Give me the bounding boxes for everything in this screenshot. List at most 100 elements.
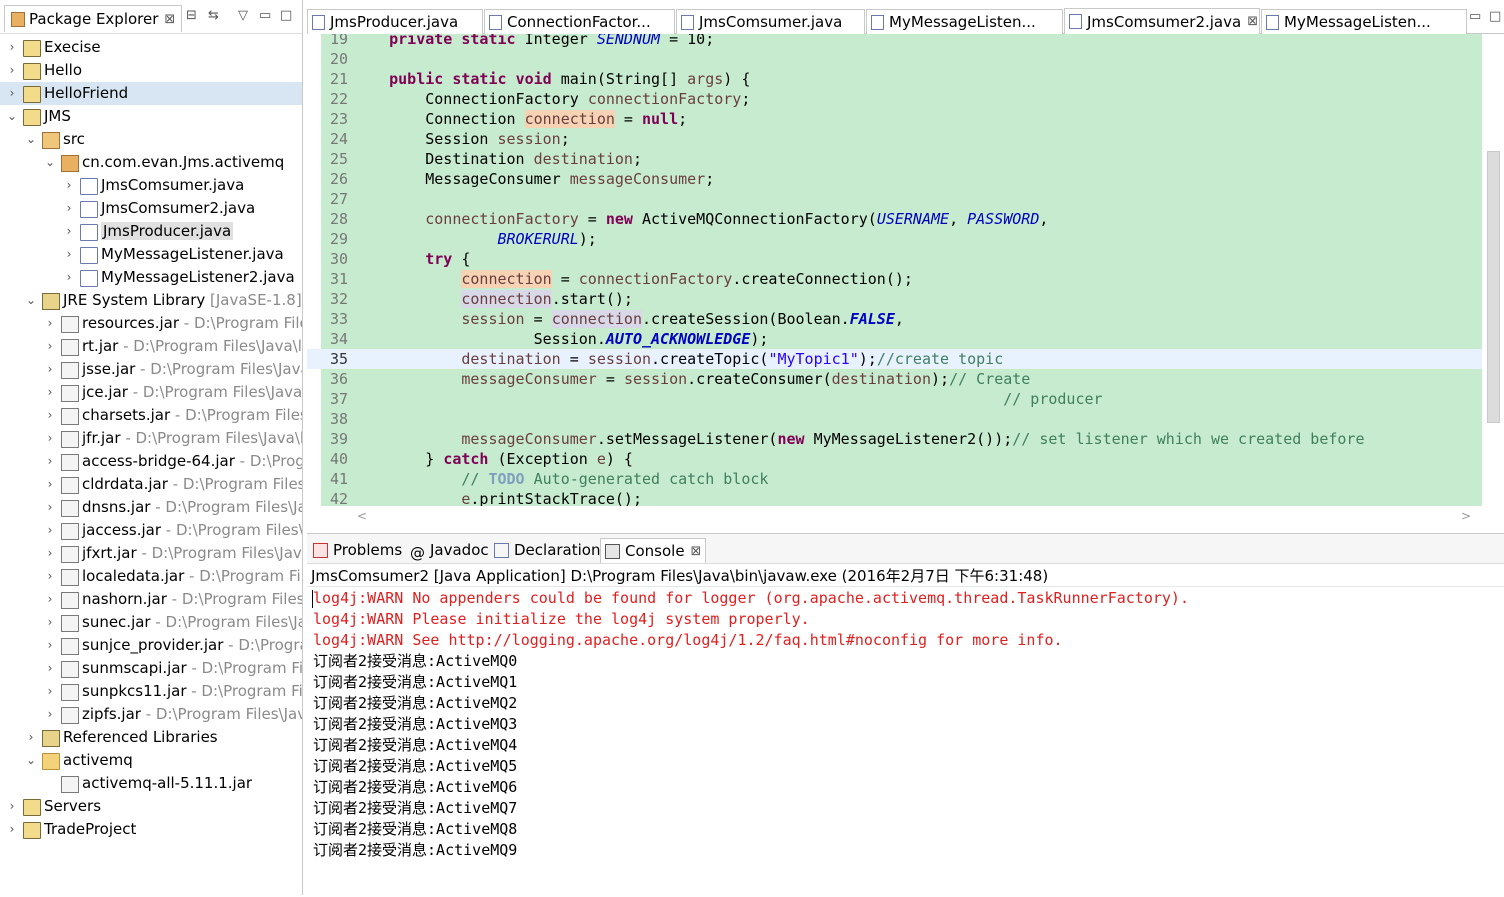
tab-problems[interactable]: Problems (309, 538, 406, 562)
scrollbar-thumb[interactable] (1487, 151, 1500, 423)
console-output[interactable]: log4j:WARN No appenders could be found f… (307, 586, 1504, 897)
tree-item[interactable]: ⌄ activemq (0, 749, 302, 772)
collapsed-arrow-icon[interactable]: › (63, 197, 75, 220)
tab-mymessagelistener[interactable]: MyMessageListen... (866, 9, 1063, 34)
tree-item[interactable]: › charsets.jar - D:\Program Files\ (0, 404, 302, 427)
tab-console[interactable]: Console ⊠ (600, 538, 707, 563)
tree-item[interactable]: › cldrdata.jar - D:\Program Files\ (0, 473, 302, 496)
scroll-left-icon[interactable]: < (357, 509, 367, 523)
collapsed-arrow-icon[interactable]: › (44, 565, 56, 588)
tree-item[interactable]: ⌄ JMS (0, 105, 302, 128)
collapsed-arrow-icon[interactable]: › (25, 726, 37, 749)
maximize-icon[interactable]: □ (280, 8, 292, 23)
collapsed-arrow-icon[interactable]: › (44, 358, 56, 381)
expanded-arrow-icon[interactable]: ⌄ (25, 749, 37, 772)
tree-item[interactable]: ⌄ cn.com.evan.Jms.activemq (0, 151, 302, 174)
tree-item[interactable]: › access-bridge-64.jar - D:\Prog (0, 450, 302, 473)
tree-item[interactable]: › JmsComsumer.java (0, 174, 302, 197)
tab-jmscomsumer2[interactable]: JmsComsumer2.java ⊠ (1064, 8, 1260, 35)
tree-item[interactable]: › sunmscapi.jar - D:\Program Fil (0, 657, 302, 680)
tree-item[interactable]: activemq-all-5.11.1.jar (0, 772, 302, 795)
package-explorer-tab[interactable]: Package Explorer ⊠ (4, 5, 183, 32)
collapsed-arrow-icon[interactable]: › (44, 496, 56, 519)
tree-item[interactable]: › Execise (0, 36, 302, 59)
collapsed-arrow-icon[interactable]: › (44, 588, 56, 611)
tree-item[interactable]: › MyMessageListener2.java (0, 266, 302, 289)
close-icon[interactable]: ⊠ (1247, 14, 1258, 29)
scroll-right-icon[interactable]: > (1461, 509, 1471, 523)
tab-declaration[interactable]: Declaration (490, 538, 604, 562)
collapsed-arrow-icon[interactable]: › (63, 266, 75, 289)
minimize-icon[interactable]: ▭ (1469, 9, 1481, 24)
collapsed-arrow-icon[interactable]: › (44, 703, 56, 726)
tree-item[interactable]: › jaccess.jar - D:\Program Files\Ja (0, 519, 302, 542)
tree-item[interactable]: › Referenced Libraries (0, 726, 302, 749)
tree-item[interactable]: ⌄ JRE System Library [JavaSE-1.8] (0, 289, 302, 312)
collapsed-arrow-icon[interactable]: › (44, 427, 56, 450)
close-icon[interactable]: ⊠ (691, 544, 702, 559)
tab-connectionfactory[interactable]: ConnectionFactor... (484, 9, 675, 34)
close-icon[interactable]: ⊠ (164, 12, 175, 27)
expanded-arrow-icon[interactable]: ⌄ (6, 105, 18, 128)
collapsed-arrow-icon[interactable]: › (6, 36, 18, 59)
tree-item-label: sunmscapi.jar - D:\Program Fil (82, 657, 302, 680)
tree-item-label: cldrdata.jar - D:\Program Files\ (82, 473, 302, 496)
minimize-icon[interactable]: ▭ (259, 8, 271, 23)
tab-javadoc[interactable]: @ Javadoc (406, 538, 493, 562)
tree-item[interactable]: ⌄ src (0, 128, 302, 151)
view-menu-icon[interactable]: ▽ (238, 8, 248, 23)
tree-item[interactable]: › JmsProducer.java (0, 220, 302, 243)
expanded-arrow-icon[interactable]: ⌄ (44, 151, 56, 174)
collapsed-arrow-icon[interactable]: › (44, 611, 56, 634)
tab-jmsproducer[interactable]: JmsProducer.java (307, 9, 483, 34)
collapsed-arrow-icon[interactable]: › (44, 473, 56, 496)
tree-item[interactable]: › dnsns.jar - D:\Program Files\Ja (0, 496, 302, 519)
tab-mymessagelistener2[interactable]: MyMessageListen... (1261, 9, 1467, 34)
tree-item[interactable]: › sunpkcs11.jar - D:\Program Fil (0, 680, 302, 703)
collapsed-arrow-icon[interactable]: › (6, 795, 18, 818)
collapsed-arrow-icon[interactable]: › (44, 657, 56, 680)
tree-item[interactable]: › JmsComsumer2.java (0, 197, 302, 220)
collapsed-arrow-icon[interactable]: › (44, 634, 56, 657)
collapsed-arrow-icon[interactable]: › (63, 243, 75, 266)
tree-item[interactable]: › MyMessageListener.java (0, 243, 302, 266)
collapsed-arrow-icon[interactable]: › (44, 450, 56, 473)
collapsed-arrow-icon[interactable]: › (6, 82, 18, 105)
collapsed-arrow-icon[interactable]: › (63, 220, 75, 243)
collapsed-arrow-icon[interactable]: › (44, 542, 56, 565)
collapsed-arrow-icon[interactable]: › (44, 404, 56, 427)
tree-item[interactable]: › HelloFriend (0, 82, 302, 105)
collapsed-arrow-icon[interactable]: › (44, 519, 56, 542)
collapsed-arrow-icon[interactable]: › (44, 680, 56, 703)
tree-item[interactable]: › jce.jar - D:\Program Files\Java\ (0, 381, 302, 404)
editor-vertical-scrollbar[interactable] (1482, 34, 1504, 506)
tree-item[interactable]: › nashorn.jar - D:\Program Files\ (0, 588, 302, 611)
expanded-arrow-icon[interactable]: ⌄ (25, 289, 37, 312)
tree-item[interactable]: › Servers (0, 795, 302, 818)
tree-item[interactable]: › jsse.jar - D:\Program Files\Java (0, 358, 302, 381)
maximize-icon[interactable]: □ (1489, 9, 1501, 24)
tree-item[interactable]: › localedata.jar - D:\Program Fil (0, 565, 302, 588)
link-with-editor-icon[interactable]: ⇆ (208, 8, 219, 23)
collapsed-arrow-icon[interactable]: › (44, 381, 56, 404)
tab-jmscomsumer[interactable]: JmsComsumer.java (676, 9, 865, 34)
collapsed-arrow-icon[interactable]: › (6, 818, 18, 841)
collapsed-arrow-icon[interactable]: › (44, 312, 56, 335)
tree-item[interactable]: › jfxrt.jar - D:\Program Files\Java (0, 542, 302, 565)
editor-horizontal-scrollbar[interactable]: < > (307, 506, 1482, 528)
tree-item[interactable]: › TradeProject (0, 818, 302, 841)
collapse-all-icon[interactable]: ⊟ (186, 8, 197, 23)
tree-item-name: MyMessageListener2.java (101, 268, 295, 286)
code-editor[interactable]: 19 private static Integer SENDNUM = 10; … (307, 34, 1482, 506)
tree-item[interactable]: › sunjce_provider.jar - D:\Progra (0, 634, 302, 657)
tree-item[interactable]: › Hello (0, 59, 302, 82)
tree-item[interactable]: › sunec.jar - D:\Program Files\Ja (0, 611, 302, 634)
tree-item[interactable]: › jfr.jar - D:\Program Files\Java\l (0, 427, 302, 450)
collapsed-arrow-icon[interactable]: › (6, 59, 18, 82)
tree-item[interactable]: › zipfs.jar - D:\Program Files\Jav (0, 703, 302, 726)
collapsed-arrow-icon[interactable]: › (44, 335, 56, 358)
tree-item[interactable]: › resources.jar - D:\Program File (0, 312, 302, 335)
collapsed-arrow-icon[interactable]: › (63, 174, 75, 197)
tree-item[interactable]: › rt.jar - D:\Program Files\Java\li (0, 335, 302, 358)
expanded-arrow-icon[interactable]: ⌄ (25, 128, 37, 151)
